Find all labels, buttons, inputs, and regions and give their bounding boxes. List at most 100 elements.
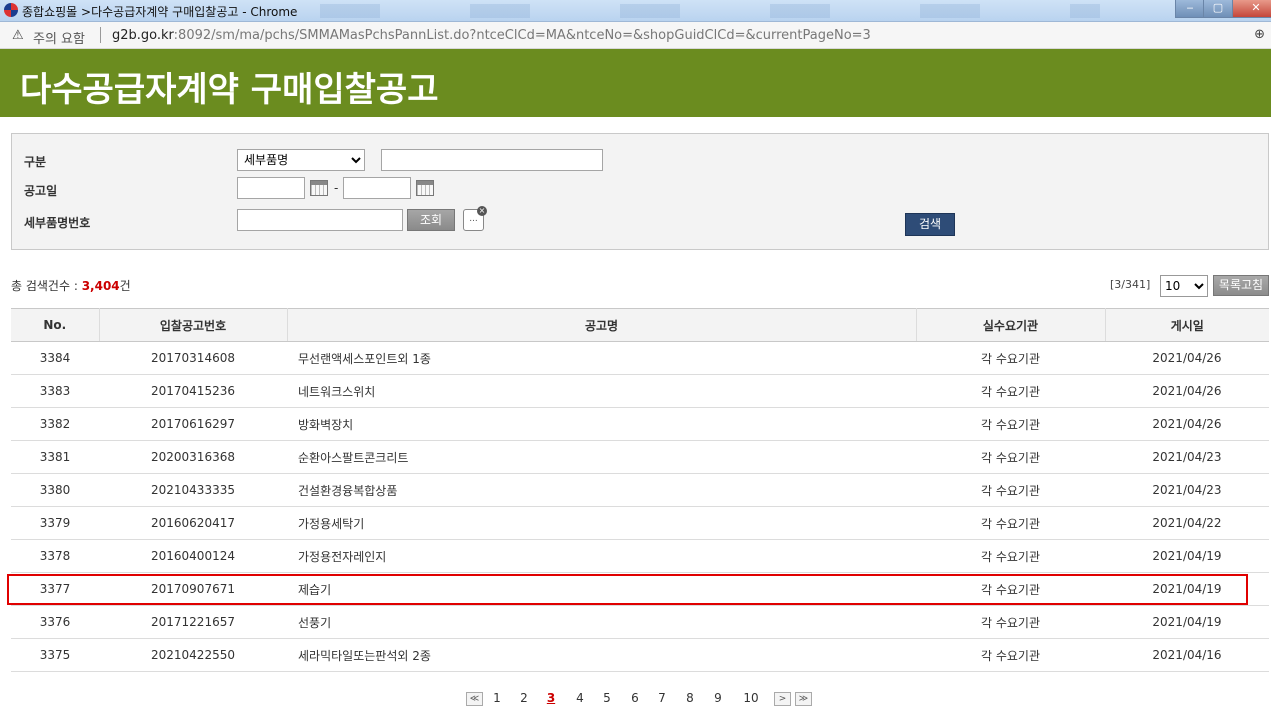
window-title: 종합쇼핑몰 >다수공급자계약 구매입찰공고 - Chrome bbox=[22, 5, 298, 19]
row-agency: 각 수요기관 bbox=[916, 440, 1105, 474]
row-agency: 각 수요기관 bbox=[916, 473, 1105, 507]
page-link[interactable]: 4 bbox=[571, 691, 589, 705]
row-notice-number: 20210422550 bbox=[99, 638, 287, 672]
page-link[interactable]: 1 bbox=[488, 691, 506, 705]
page-link[interactable]: 8 bbox=[681, 691, 699, 705]
row-notice-number: 20200316368 bbox=[99, 440, 287, 474]
clear-x-icon: × bbox=[477, 206, 487, 216]
total-label: 총 검색건수 : bbox=[11, 279, 82, 293]
page-link[interactable]: 2 bbox=[515, 691, 533, 705]
row-notice-number: 20171221657 bbox=[99, 605, 287, 639]
background-taskbar-ghost bbox=[320, 4, 1100, 18]
last-page-icon[interactable]: ≫ bbox=[795, 692, 812, 706]
row-notice-name[interactable]: 세라믹타일또는판석외 2종 bbox=[287, 638, 916, 672]
page-link[interactable]: 6 bbox=[626, 691, 644, 705]
page-link[interactable]: 7 bbox=[653, 691, 671, 705]
header-post-date: 게시일 bbox=[1105, 308, 1269, 342]
category-keyword-input[interactable] bbox=[381, 149, 603, 171]
row-notice-number: 20170314608 bbox=[99, 341, 287, 375]
row-post-date: 2021/04/22 bbox=[1105, 506, 1269, 540]
row-no: 3384 bbox=[11, 341, 99, 375]
search-button[interactable]: 검색 bbox=[905, 213, 955, 236]
clear-button-text: ... bbox=[469, 214, 478, 224]
row-notice-name[interactable]: 네트워크스위치 bbox=[287, 374, 916, 408]
url-text[interactable]: g2b.go.kr:8092/sm/ma/pchs/SMMAMasPchsPan… bbox=[112, 28, 871, 43]
warning-icon[interactable]: ⚠ bbox=[12, 28, 24, 43]
table-row[interactable]: 3377 20170907671 제습기 각 수요기관 2021/04/19 bbox=[11, 572, 1269, 606]
row-no: 3375 bbox=[11, 638, 99, 672]
row-agency: 각 수요기관 bbox=[916, 605, 1105, 639]
zoom-icon[interactable]: ⊕ bbox=[1254, 27, 1265, 42]
row-post-date: 2021/04/23 bbox=[1105, 440, 1269, 474]
row-agency: 각 수요기관 bbox=[916, 374, 1105, 408]
table-row[interactable]: 3376 20171221657 선풍기 각 수요기관 2021/04/19 bbox=[11, 605, 1269, 639]
row-agency: 각 수요기관 bbox=[916, 638, 1105, 672]
row-notice-name[interactable]: 제습기 bbox=[287, 572, 916, 606]
header-no: No. bbox=[11, 308, 100, 342]
row-post-date: 2021/04/19 bbox=[1105, 605, 1269, 639]
table-row[interactable]: 3382 20170616297 방화벽장치 각 수요기관 2021/04/26 bbox=[11, 407, 1269, 441]
page-size-select[interactable]: 10 bbox=[1160, 275, 1208, 297]
row-notice-name[interactable]: 방화벽장치 bbox=[287, 407, 916, 441]
security-warning-text[interactable]: 주의 요함 bbox=[33, 28, 85, 47]
row-no: 3379 bbox=[11, 506, 99, 540]
row-post-date: 2021/04/26 bbox=[1105, 407, 1269, 441]
minimize-button[interactable]: ‒ bbox=[1175, 0, 1205, 18]
item-number-input[interactable] bbox=[237, 209, 403, 231]
row-post-date: 2021/04/16 bbox=[1105, 638, 1269, 672]
next-page-icon[interactable]: > bbox=[774, 692, 791, 706]
category-select[interactable]: 세부품명 bbox=[237, 149, 365, 171]
row-post-date: 2021/04/26 bbox=[1105, 374, 1269, 408]
row-notice-number: 20210433335 bbox=[99, 473, 287, 507]
calendar-from-icon[interactable] bbox=[310, 180, 328, 196]
row-notice-name[interactable]: 가정용전자레인지 bbox=[287, 539, 916, 573]
table-row[interactable]: 3375 20210422550 세라믹타일또는판석외 2종 각 수요기관 2021/0… bbox=[11, 638, 1269, 672]
date-to-input[interactable] bbox=[343, 177, 411, 199]
result-summary: 총 검색건수 : 3,404건 bbox=[11, 277, 131, 294]
table-row[interactable]: 3380 20210433335 건설환경융복합상품 각 수요기관 2021/04/23 bbox=[11, 473, 1269, 507]
table-row[interactable]: 3383 20170415236 네트워크스위치 각 수요기관 2021/04/26 bbox=[11, 374, 1269, 408]
row-no: 3382 bbox=[11, 407, 99, 441]
table-row[interactable]: 3384 20170314608 무선랜액세스포인트외 1종 각 수요기관 2021/0… bbox=[11, 341, 1269, 375]
page-banner: 다수공급자계약 구매입찰공고 bbox=[0, 49, 1271, 117]
row-no: 3378 bbox=[11, 539, 99, 573]
row-notice-name[interactable]: 건설환경융복합상품 bbox=[287, 473, 916, 507]
total-count: 3,404 bbox=[81, 279, 120, 293]
header-notice-number: 입찰공고번호 bbox=[99, 308, 288, 342]
table-row[interactable]: 3379 20160620417 가정용세탁기 각 수요기관 2021/04/22 bbox=[11, 506, 1269, 540]
row-notice-name[interactable]: 가정용세탁기 bbox=[287, 506, 916, 540]
row-agency: 각 수요기관 bbox=[916, 539, 1105, 573]
row-post-date: 2021/04/26 bbox=[1105, 341, 1269, 375]
page-link[interactable]: 10 bbox=[739, 691, 763, 705]
table-row[interactable]: 3381 20200316368 순환아스팔트콘크리트 각 수요기관 2021/04/2… bbox=[11, 440, 1269, 474]
window-titlebar: 종합쇼핑몰 >다수공급자계약 구매입찰공고 - Chrome ‒ ▢ ✕ bbox=[0, 0, 1271, 22]
calendar-to-icon[interactable] bbox=[416, 180, 434, 196]
page-link[interactable]: 3 bbox=[542, 691, 560, 705]
refresh-list-button[interactable]: 목록고침 bbox=[1213, 275, 1269, 296]
inquiry-button[interactable]: 조회 bbox=[407, 209, 455, 231]
row-agency: 각 수요기관 bbox=[916, 506, 1105, 540]
url-path: :8092/sm/ma/pchs/SMMAMasPchsPannList.do?… bbox=[173, 28, 871, 43]
page-link[interactable]: 9 bbox=[709, 691, 727, 705]
clear-item-button[interactable]: ... × bbox=[463, 206, 487, 231]
row-notice-name[interactable]: 선풍기 bbox=[287, 605, 916, 639]
row-notice-number: 20160400124 bbox=[99, 539, 287, 573]
maximize-button[interactable]: ▢ bbox=[1203, 0, 1233, 18]
row-notice-name[interactable]: 순환아스팔트콘크리트 bbox=[287, 440, 916, 474]
row-no: 3380 bbox=[11, 473, 99, 507]
table-header-row: No. 입찰공고번호 공고명 실수요기관 게시일 bbox=[11, 308, 1269, 342]
first-page-icon[interactable]: ≪ bbox=[466, 692, 483, 706]
row-notice-number: 20170616297 bbox=[99, 407, 287, 441]
row-post-date: 2021/04/19 bbox=[1105, 539, 1269, 573]
close-button[interactable]: ✕ bbox=[1232, 0, 1271, 18]
address-bar[interactable]: ⚠ 주의 요함 g2b.go.kr:8092/sm/ma/pchs/SMMAMa… bbox=[0, 22, 1271, 49]
address-separator bbox=[100, 27, 101, 43]
row-agency: 각 수요기관 bbox=[916, 407, 1105, 441]
date-from-input[interactable] bbox=[237, 177, 305, 199]
table-row[interactable]: 3378 20160400124 가정용전자레인지 각 수요기관 2021/04/19 bbox=[11, 539, 1269, 573]
page-link[interactable]: 5 bbox=[598, 691, 616, 705]
category-label: 구분 bbox=[24, 155, 47, 169]
search-panel: 구분 세부품명 공고일 - 세부품명번호 조회 ... × 검색 bbox=[11, 133, 1269, 250]
row-agency: 각 수요기관 bbox=[916, 341, 1105, 375]
row-notice-name[interactable]: 무선랜액세스포인트외 1종 bbox=[287, 341, 916, 375]
